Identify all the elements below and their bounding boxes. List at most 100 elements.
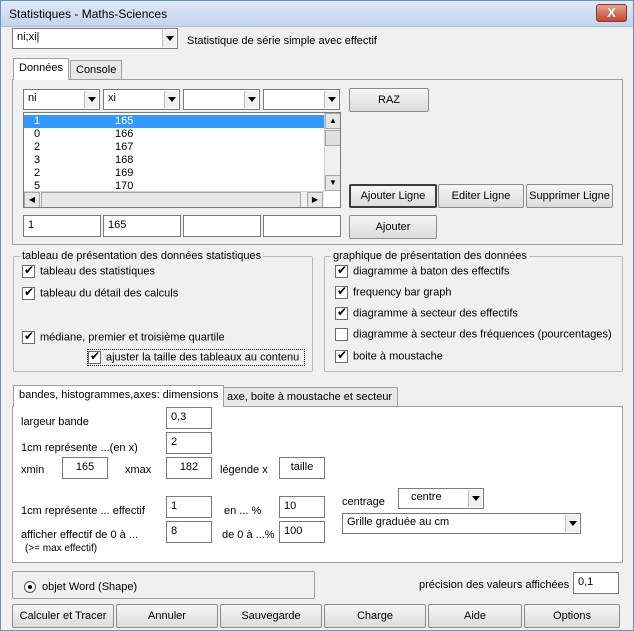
column-1-value: ni — [28, 92, 37, 104]
add-line-button[interactable]: Ajouter Ligne — [349, 184, 437, 208]
load-button[interactable]: Charge — [324, 604, 426, 628]
chevron-down-icon[interactable] — [84, 91, 98, 108]
scroll-right-icon[interactable]: ▶ — [307, 192, 323, 207]
precision-label: précision des valeurs affichées — [419, 579, 570, 591]
tab-console-label: Console — [76, 64, 117, 76]
scroll-down-icon[interactable]: ▼ — [325, 175, 340, 191]
add-button[interactable]: Ajouter — [349, 215, 437, 239]
chevron-down-icon[interactable] — [244, 91, 258, 108]
check-icon — [335, 348, 348, 363]
checkbox-label: diagramme à secteur des fréquences (pour… — [353, 328, 612, 341]
cancel-button[interactable]: Annuler — [116, 604, 218, 628]
column-combo-2[interactable]: xi — [103, 89, 180, 110]
list-item[interactable]: 0 166 — [24, 128, 324, 141]
list-item[interactable]: 2 169 — [24, 167, 324, 180]
chevron-down-icon[interactable] — [324, 91, 338, 108]
list-item-ni: 0 — [34, 128, 41, 140]
tab-console[interactable]: Console — [70, 60, 123, 80]
vertical-scrollbar[interactable]: ▲ ▼ — [324, 113, 340, 191]
chevron-down-icon[interactable] — [164, 91, 178, 108]
list-item-ni: 3 — [34, 154, 41, 166]
raz-button[interactable]: RAZ — [349, 88, 429, 112]
tab-axe-boite-secteur[interactable]: axe, boite à moustache et secteur — [221, 387, 399, 407]
cm-effectif-label: 1cm représente ... effectif — [21, 505, 145, 517]
check-icon — [335, 284, 348, 299]
xmax-field[interactable]: 182 — [166, 457, 212, 479]
edit-line-button[interactable]: Editer Ligne — [438, 184, 524, 208]
cm-effectif-field[interactable]: 1 — [166, 496, 212, 518]
checkbox-frequency-bar[interactable]: frequency bar graph — [335, 284, 452, 299]
mode-combo[interactable]: ni;xi| — [12, 28, 178, 49]
entry-field-4[interactable] — [263, 215, 341, 237]
centrage-combo[interactable]: centre — [398, 488, 484, 509]
close-icon: X — [607, 5, 616, 20]
checkbox-boite-moustache[interactable]: boite à moustache — [335, 348, 443, 363]
grid-value: Grille graduée au cm — [347, 516, 450, 528]
xmin-field[interactable]: 165 — [62, 457, 108, 479]
de0-pct-label: de 0 à ...% — [222, 529, 275, 541]
list-item-ni: 1 — [34, 115, 41, 127]
scroll-thumb[interactable] — [325, 130, 340, 146]
chevron-down-icon[interactable] — [468, 490, 482, 507]
checkbox-label: boite à moustache — [353, 350, 443, 363]
tab-donnees[interactable]: Données — [13, 58, 70, 80]
check-icon — [335, 305, 348, 320]
xmax-label: xmax — [125, 464, 152, 476]
options-button[interactable]: Options — [524, 604, 620, 628]
checkbox-secteur-effectifs[interactable]: diagramme à secteur des effectifs — [335, 305, 518, 320]
scroll-up-icon[interactable]: ▲ — [325, 113, 340, 129]
column-combo-3[interactable] — [183, 89, 260, 110]
precision-field[interactable]: 0,1 — [573, 572, 619, 594]
list-item[interactable]: 3 168 — [24, 154, 324, 167]
tab-bandes-dimensions[interactable]: bandes, histogrammes,axes: dimensions — [13, 385, 225, 407]
delete-line-button[interactable]: Supprimer Ligne — [526, 184, 613, 208]
scroll-thumb-h[interactable] — [41, 192, 301, 207]
check-icon — [22, 263, 35, 278]
data-list[interactable]: 1 165 0 166 2 167 3 168 2 169 5 170 ▲ ▼ ◀ ▶ — [23, 112, 341, 208]
checkbox-label: ajuster la taille des tableaux au conten… — [106, 351, 300, 364]
radio-icon — [24, 581, 36, 594]
checkbox-secteur-frequences[interactable]: diagramme à secteur des fréquences (pour… — [335, 328, 612, 341]
entry-field-1[interactable]: 1 — [23, 215, 101, 237]
centrage-value: centre — [411, 491, 442, 503]
chevron-down-icon[interactable] — [565, 515, 579, 532]
title-bar: Statistiques - Maths-Sciences X — [1, 1, 633, 27]
horizontal-scrollbar[interactable]: ◀ ▶ — [24, 191, 324, 207]
close-button[interactable]: X — [596, 4, 627, 22]
checkbox-tableau-statistiques[interactable]: tableau des statistiques — [22, 263, 155, 278]
check-icon — [22, 285, 35, 300]
checkbox-label: diagramme à secteur des effectifs — [353, 307, 518, 320]
list-item[interactable]: 2 167 — [24, 141, 324, 154]
entry-field-2[interactable]: 165 — [103, 215, 181, 237]
checkbox-ajuster-taille[interactable]: ajuster la taille des tableaux au conten… — [87, 349, 305, 366]
radio-word-shape[interactable]: objet Word (Shape) — [24, 581, 138, 594]
checkbox-label: frequency bar graph — [353, 286, 452, 299]
checkbox-label: diagramme à baton des effectifs — [353, 265, 510, 278]
calculate-button[interactable]: Calculer et Tracer — [12, 604, 114, 628]
de0-pct-field[interactable]: 100 — [279, 521, 325, 543]
checkbox-tableau-detail[interactable]: tableau du détail des calculs — [22, 285, 178, 300]
save-button[interactable]: Sauvegarde — [220, 604, 322, 628]
band-width-field[interactable]: 0,3 — [166, 407, 212, 429]
entry-field-3[interactable] — [183, 215, 261, 237]
legend-x-field[interactable]: taille — [279, 457, 325, 479]
centrage-label: centrage — [342, 496, 385, 508]
list-item-ni: 2 — [34, 167, 41, 179]
cm-x-field[interactable]: 2 — [166, 432, 212, 454]
en-pct-field[interactable]: 10 — [279, 496, 325, 518]
checkbox-mediane-quartiles[interactable]: médiane, premier et troisième quartile — [22, 329, 225, 344]
column-combo-4[interactable] — [263, 89, 340, 110]
check-icon — [22, 329, 35, 344]
window-title: Statistiques - Maths-Sciences — [9, 7, 168, 21]
help-button[interactable]: Aide — [428, 604, 522, 628]
list-item[interactable]: 1 165 — [24, 115, 324, 128]
column-combo-1[interactable]: ni — [23, 89, 100, 110]
show-effectif-field[interactable]: 8 — [166, 521, 212, 543]
checkbox-baton-effectifs[interactable]: diagramme à baton des effectifs — [335, 263, 510, 278]
radio-label: objet Word (Shape) — [42, 581, 138, 593]
checkbox-label: médiane, premier et troisième quartile — [40, 331, 225, 344]
list-item-xi: 165 — [115, 115, 134, 127]
grid-combo[interactable]: Grille graduée au cm — [342, 513, 581, 534]
scroll-left-icon[interactable]: ◀ — [24, 192, 40, 207]
chevron-down-icon[interactable] — [162, 30, 176, 47]
